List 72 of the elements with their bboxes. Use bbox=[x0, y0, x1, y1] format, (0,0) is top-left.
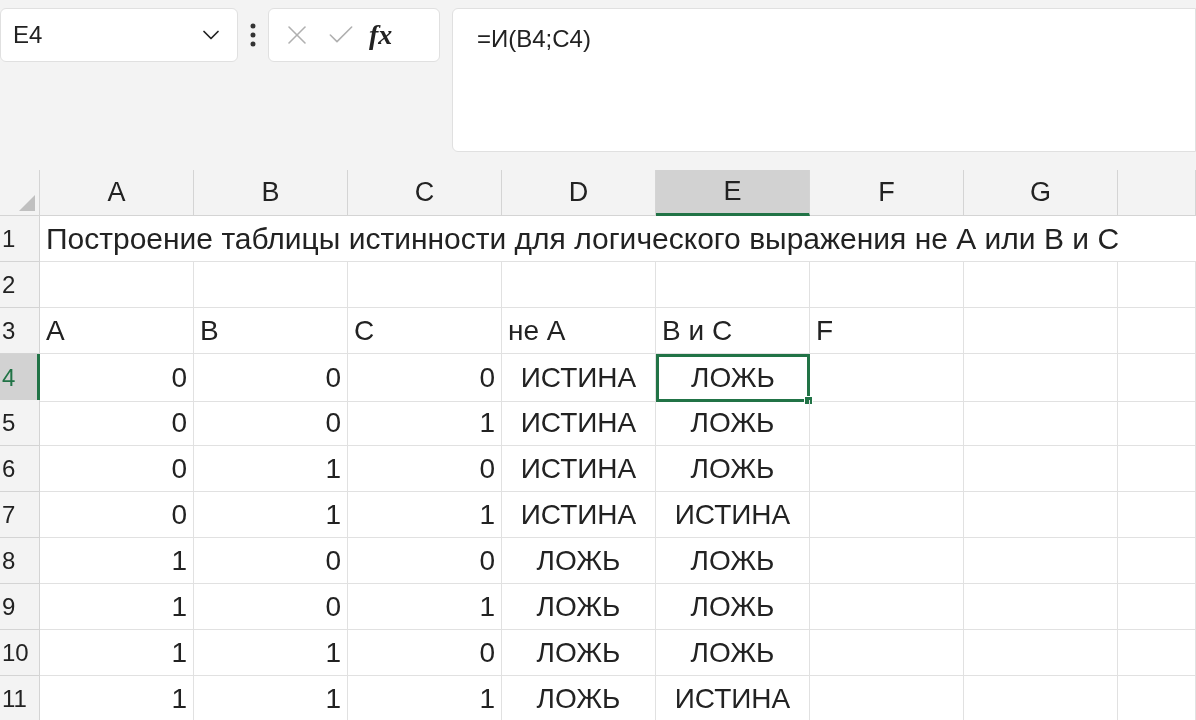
table-cell: 0 bbox=[194, 400, 348, 446]
table-cell: 1 bbox=[194, 630, 348, 676]
insert-function-button[interactable]: fx bbox=[369, 21, 393, 49]
formula-field[interactable]: =И(B4;C4) bbox=[452, 8, 1196, 152]
table-cell: 0 bbox=[348, 446, 502, 492]
table-cell: 1 bbox=[348, 492, 502, 538]
table-cell: C bbox=[348, 308, 502, 354]
cell-text: Построение таблицы истинности для логического выражения не А или B и С bbox=[46, 221, 1120, 257]
row-header[interactable]: 8 bbox=[0, 538, 40, 584]
row-header[interactable]: 2 bbox=[0, 262, 40, 308]
column-header[interactable]: A bbox=[40, 170, 194, 216]
row-header[interactable]: 11 bbox=[0, 676, 40, 720]
table-cell: 1 bbox=[40, 584, 194, 630]
table-cell: 1 bbox=[194, 446, 348, 492]
column-header[interactable] bbox=[1118, 170, 1196, 216]
table-cell: F bbox=[810, 308, 964, 354]
column-header[interactable]: G bbox=[964, 170, 1118, 216]
table-cell: ЛОЖЬ bbox=[656, 400, 810, 446]
table-cell: ЛОЖЬ bbox=[656, 584, 810, 630]
table-cell: 0 bbox=[40, 354, 194, 402]
table-cell: ЛОЖЬ bbox=[656, 354, 810, 402]
table-cell: ИСТИНА bbox=[656, 676, 810, 720]
table-cell: ЛОЖЬ bbox=[502, 676, 656, 720]
table-cell: ЛОЖЬ bbox=[656, 446, 810, 492]
row-header[interactable]: 5 bbox=[0, 400, 40, 446]
table-cell: 1 bbox=[348, 400, 502, 446]
table-cell: 0 bbox=[348, 630, 502, 676]
table-cell: В и С bbox=[656, 308, 810, 354]
table-cell: 1 bbox=[40, 630, 194, 676]
triangle-icon bbox=[19, 195, 35, 211]
row-header[interactable]: 6 bbox=[0, 446, 40, 492]
column-header[interactable]: B bbox=[194, 170, 348, 216]
row-header[interactable]: 1 bbox=[0, 216, 40, 262]
column-header[interactable]: C bbox=[348, 170, 502, 216]
table-cell: B bbox=[194, 308, 348, 354]
more-options-icon[interactable] bbox=[250, 23, 256, 47]
table-cell: 1 bbox=[194, 492, 348, 538]
table-cell: ИСТИНА bbox=[502, 354, 656, 402]
table-cell: 0 bbox=[194, 354, 348, 402]
table-cell: ИСТИНА bbox=[502, 492, 656, 538]
table-cell: 1 bbox=[194, 676, 348, 720]
column-header[interactable]: F bbox=[810, 170, 964, 216]
table-cell: 0 bbox=[348, 538, 502, 584]
table-cell: 1 bbox=[40, 538, 194, 584]
table-cell: ЛОЖЬ bbox=[502, 630, 656, 676]
row-header[interactable]: 10 bbox=[0, 630, 40, 676]
fill-handle[interactable] bbox=[804, 396, 813, 405]
column-header[interactable]: E bbox=[656, 170, 810, 216]
name-box[interactable]: E4 bbox=[0, 8, 238, 62]
table-cell: ЛОЖЬ bbox=[656, 538, 810, 584]
table-cell: 1 bbox=[348, 584, 502, 630]
table-cell: ЛОЖЬ bbox=[656, 630, 810, 676]
table-cell: 1 bbox=[40, 676, 194, 720]
table-cell: 0 bbox=[40, 400, 194, 446]
table-cell: 1 bbox=[348, 676, 502, 720]
table-cell: ИСТИНА bbox=[502, 400, 656, 446]
table-cell: 0 bbox=[194, 538, 348, 584]
row-header[interactable]: 9 bbox=[0, 584, 40, 630]
table-cell: ИСТИНА bbox=[502, 446, 656, 492]
table-cell: ЛОЖЬ bbox=[502, 584, 656, 630]
table-cell: 0 bbox=[194, 584, 348, 630]
table-cell: A bbox=[40, 308, 194, 354]
table-cell: ИСТИНА bbox=[656, 492, 810, 538]
table-cell: не А bbox=[502, 308, 656, 354]
table-cell: 0 bbox=[348, 354, 502, 402]
row-header[interactable]: 3 bbox=[0, 308, 40, 354]
table-cell: 0 bbox=[40, 446, 194, 492]
row-header[interactable]: 4 bbox=[0, 354, 40, 402]
table-cell: ЛОЖЬ bbox=[502, 538, 656, 584]
table-cell: 0 bbox=[40, 492, 194, 538]
row-header[interactable]: 7 bbox=[0, 492, 40, 538]
cell-reference: E4 bbox=[13, 20, 43, 50]
